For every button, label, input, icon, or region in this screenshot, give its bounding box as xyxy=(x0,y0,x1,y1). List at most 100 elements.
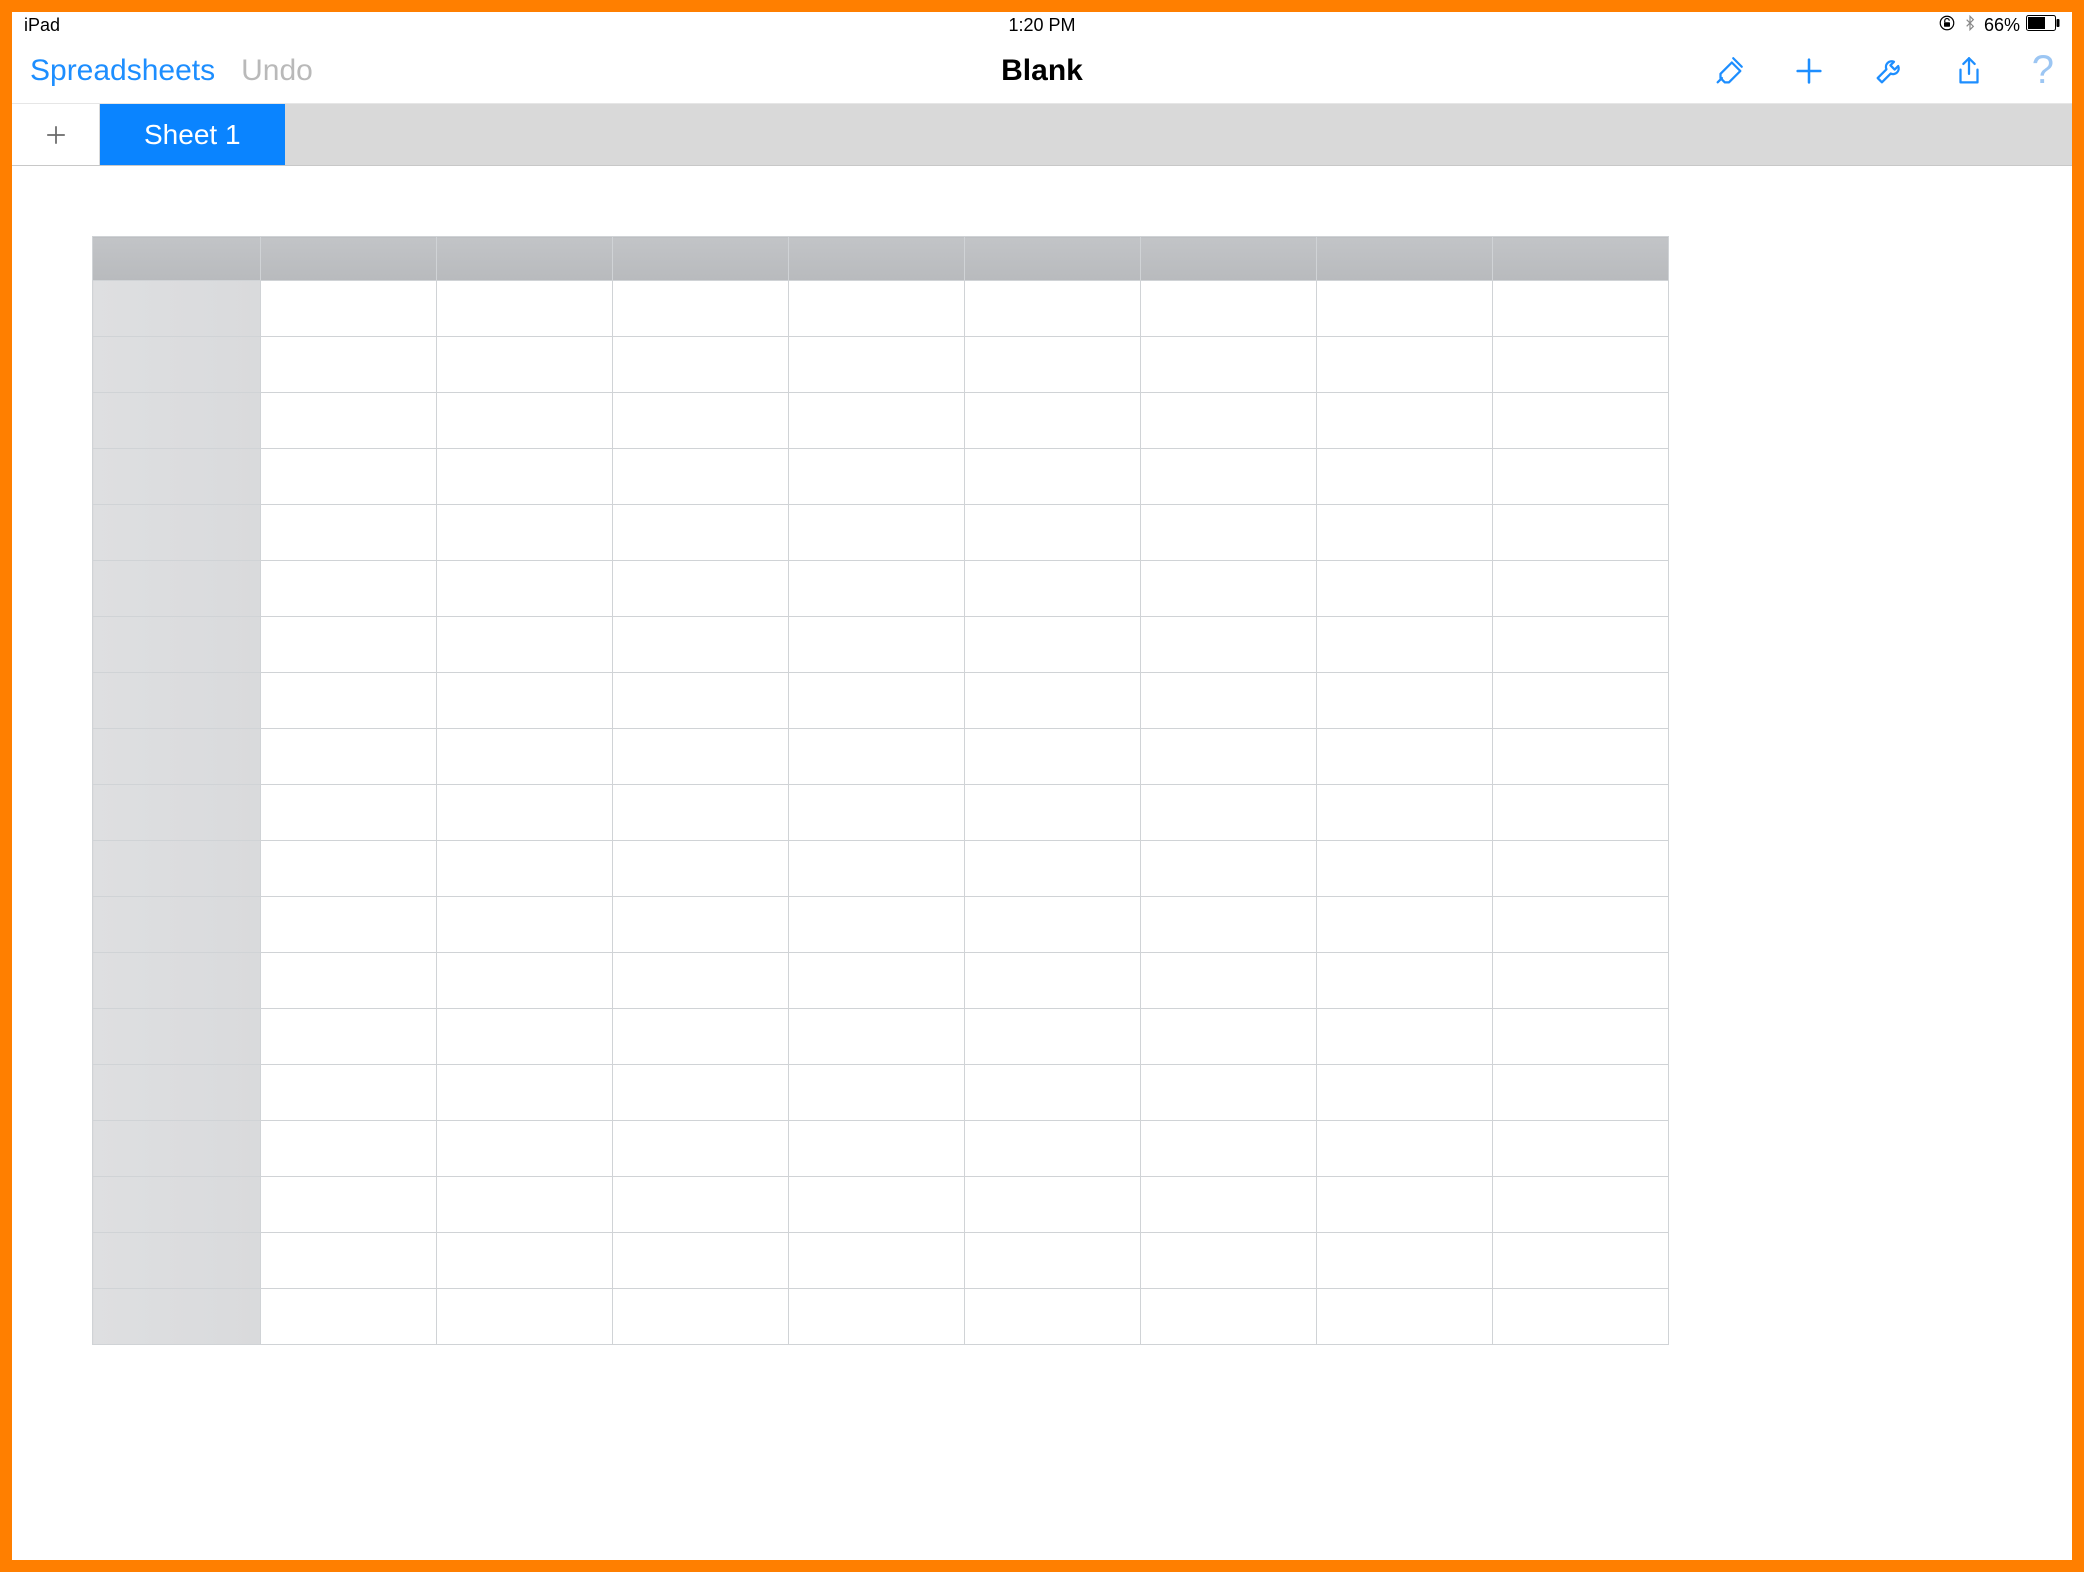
cell[interactable] xyxy=(1317,281,1493,337)
cell[interactable] xyxy=(261,897,437,953)
cell[interactable] xyxy=(1317,505,1493,561)
cell[interactable] xyxy=(1493,897,1669,953)
cell[interactable] xyxy=(1141,505,1317,561)
cell[interactable] xyxy=(1141,1289,1317,1345)
cell[interactable] xyxy=(1141,897,1317,953)
row-header[interactable] xyxy=(93,337,261,393)
cell[interactable] xyxy=(613,673,789,729)
cell[interactable] xyxy=(965,1177,1141,1233)
cell[interactable] xyxy=(437,1065,613,1121)
cell[interactable] xyxy=(613,393,789,449)
cell[interactable] xyxy=(1141,673,1317,729)
sheet-tab-active[interactable]: Sheet 1 xyxy=(100,104,285,165)
cell[interactable] xyxy=(437,953,613,1009)
cell[interactable] xyxy=(261,505,437,561)
cell[interactable] xyxy=(261,337,437,393)
cell[interactable] xyxy=(1493,561,1669,617)
column-header[interactable] xyxy=(261,237,437,281)
row-header[interactable] xyxy=(93,729,261,785)
cell[interactable] xyxy=(261,561,437,617)
cell[interactable] xyxy=(789,673,965,729)
cell[interactable] xyxy=(613,505,789,561)
cell[interactable] xyxy=(261,841,437,897)
cell[interactable] xyxy=(437,449,613,505)
column-header[interactable] xyxy=(437,237,613,281)
row-header[interactable] xyxy=(93,561,261,617)
cell[interactable] xyxy=(1317,1065,1493,1121)
row-header[interactable] xyxy=(93,281,261,337)
cell[interactable] xyxy=(261,1009,437,1065)
cell[interactable] xyxy=(965,1289,1141,1345)
cell[interactable] xyxy=(1141,1009,1317,1065)
cell[interactable] xyxy=(261,1177,437,1233)
cell[interactable] xyxy=(965,337,1141,393)
cell[interactable] xyxy=(1493,785,1669,841)
cell[interactable] xyxy=(789,449,965,505)
undo-button[interactable]: Undo xyxy=(241,54,313,88)
cell[interactable] xyxy=(613,729,789,785)
cell[interactable] xyxy=(965,1233,1141,1289)
cell[interactable] xyxy=(1141,1233,1317,1289)
cell[interactable] xyxy=(789,1289,965,1345)
cell[interactable] xyxy=(789,897,965,953)
cell[interactable] xyxy=(1317,1289,1493,1345)
cell[interactable] xyxy=(1141,1121,1317,1177)
cell[interactable] xyxy=(613,617,789,673)
row-header[interactable] xyxy=(93,1177,261,1233)
cell[interactable] xyxy=(437,281,613,337)
row-header[interactable] xyxy=(93,393,261,449)
cell[interactable] xyxy=(1141,561,1317,617)
cell[interactable] xyxy=(437,673,613,729)
row-header[interactable] xyxy=(93,1289,261,1345)
grid-corner[interactable] xyxy=(93,237,261,281)
cell[interactable] xyxy=(437,505,613,561)
cell[interactable] xyxy=(789,281,965,337)
cell[interactable] xyxy=(789,1065,965,1121)
cell[interactable] xyxy=(261,673,437,729)
cell[interactable] xyxy=(789,841,965,897)
cell[interactable] xyxy=(1493,1233,1669,1289)
cell[interactable] xyxy=(789,785,965,841)
cell[interactable] xyxy=(1317,1177,1493,1233)
cell[interactable] xyxy=(1141,785,1317,841)
cell[interactable] xyxy=(1317,393,1493,449)
cell[interactable] xyxy=(965,953,1141,1009)
cell[interactable] xyxy=(261,281,437,337)
cell[interactable] xyxy=(1141,393,1317,449)
cell[interactable] xyxy=(1493,1177,1669,1233)
row-header[interactable] xyxy=(93,449,261,505)
cell[interactable] xyxy=(613,785,789,841)
column-header[interactable] xyxy=(1317,237,1493,281)
column-header[interactable] xyxy=(1141,237,1317,281)
column-header[interactable] xyxy=(1493,237,1669,281)
cell[interactable] xyxy=(261,449,437,505)
row-header[interactable] xyxy=(93,785,261,841)
cell[interactable] xyxy=(965,393,1141,449)
cell[interactable] xyxy=(1493,449,1669,505)
row-header[interactable] xyxy=(93,1065,261,1121)
cell[interactable] xyxy=(437,393,613,449)
cell[interactable] xyxy=(965,1121,1141,1177)
cell[interactable] xyxy=(965,841,1141,897)
cell[interactable] xyxy=(965,505,1141,561)
cell[interactable] xyxy=(965,673,1141,729)
wrench-icon[interactable] xyxy=(1872,54,1906,88)
cell[interactable] xyxy=(613,1121,789,1177)
cell[interactable] xyxy=(613,1065,789,1121)
cell[interactable] xyxy=(1317,617,1493,673)
cell[interactable] xyxy=(1317,1233,1493,1289)
cell[interactable] xyxy=(965,785,1141,841)
cell[interactable] xyxy=(1317,785,1493,841)
cell[interactable] xyxy=(965,617,1141,673)
cell[interactable] xyxy=(261,617,437,673)
cell[interactable] xyxy=(1141,1177,1317,1233)
cell[interactable] xyxy=(1141,281,1317,337)
cell[interactable] xyxy=(789,1121,965,1177)
cell[interactable] xyxy=(965,281,1141,337)
cell[interactable] xyxy=(613,897,789,953)
cell[interactable] xyxy=(789,617,965,673)
cell[interactable] xyxy=(261,729,437,785)
cell[interactable] xyxy=(965,1009,1141,1065)
cell[interactable] xyxy=(261,953,437,1009)
spreadsheet-workspace[interactable] xyxy=(12,166,2072,1560)
